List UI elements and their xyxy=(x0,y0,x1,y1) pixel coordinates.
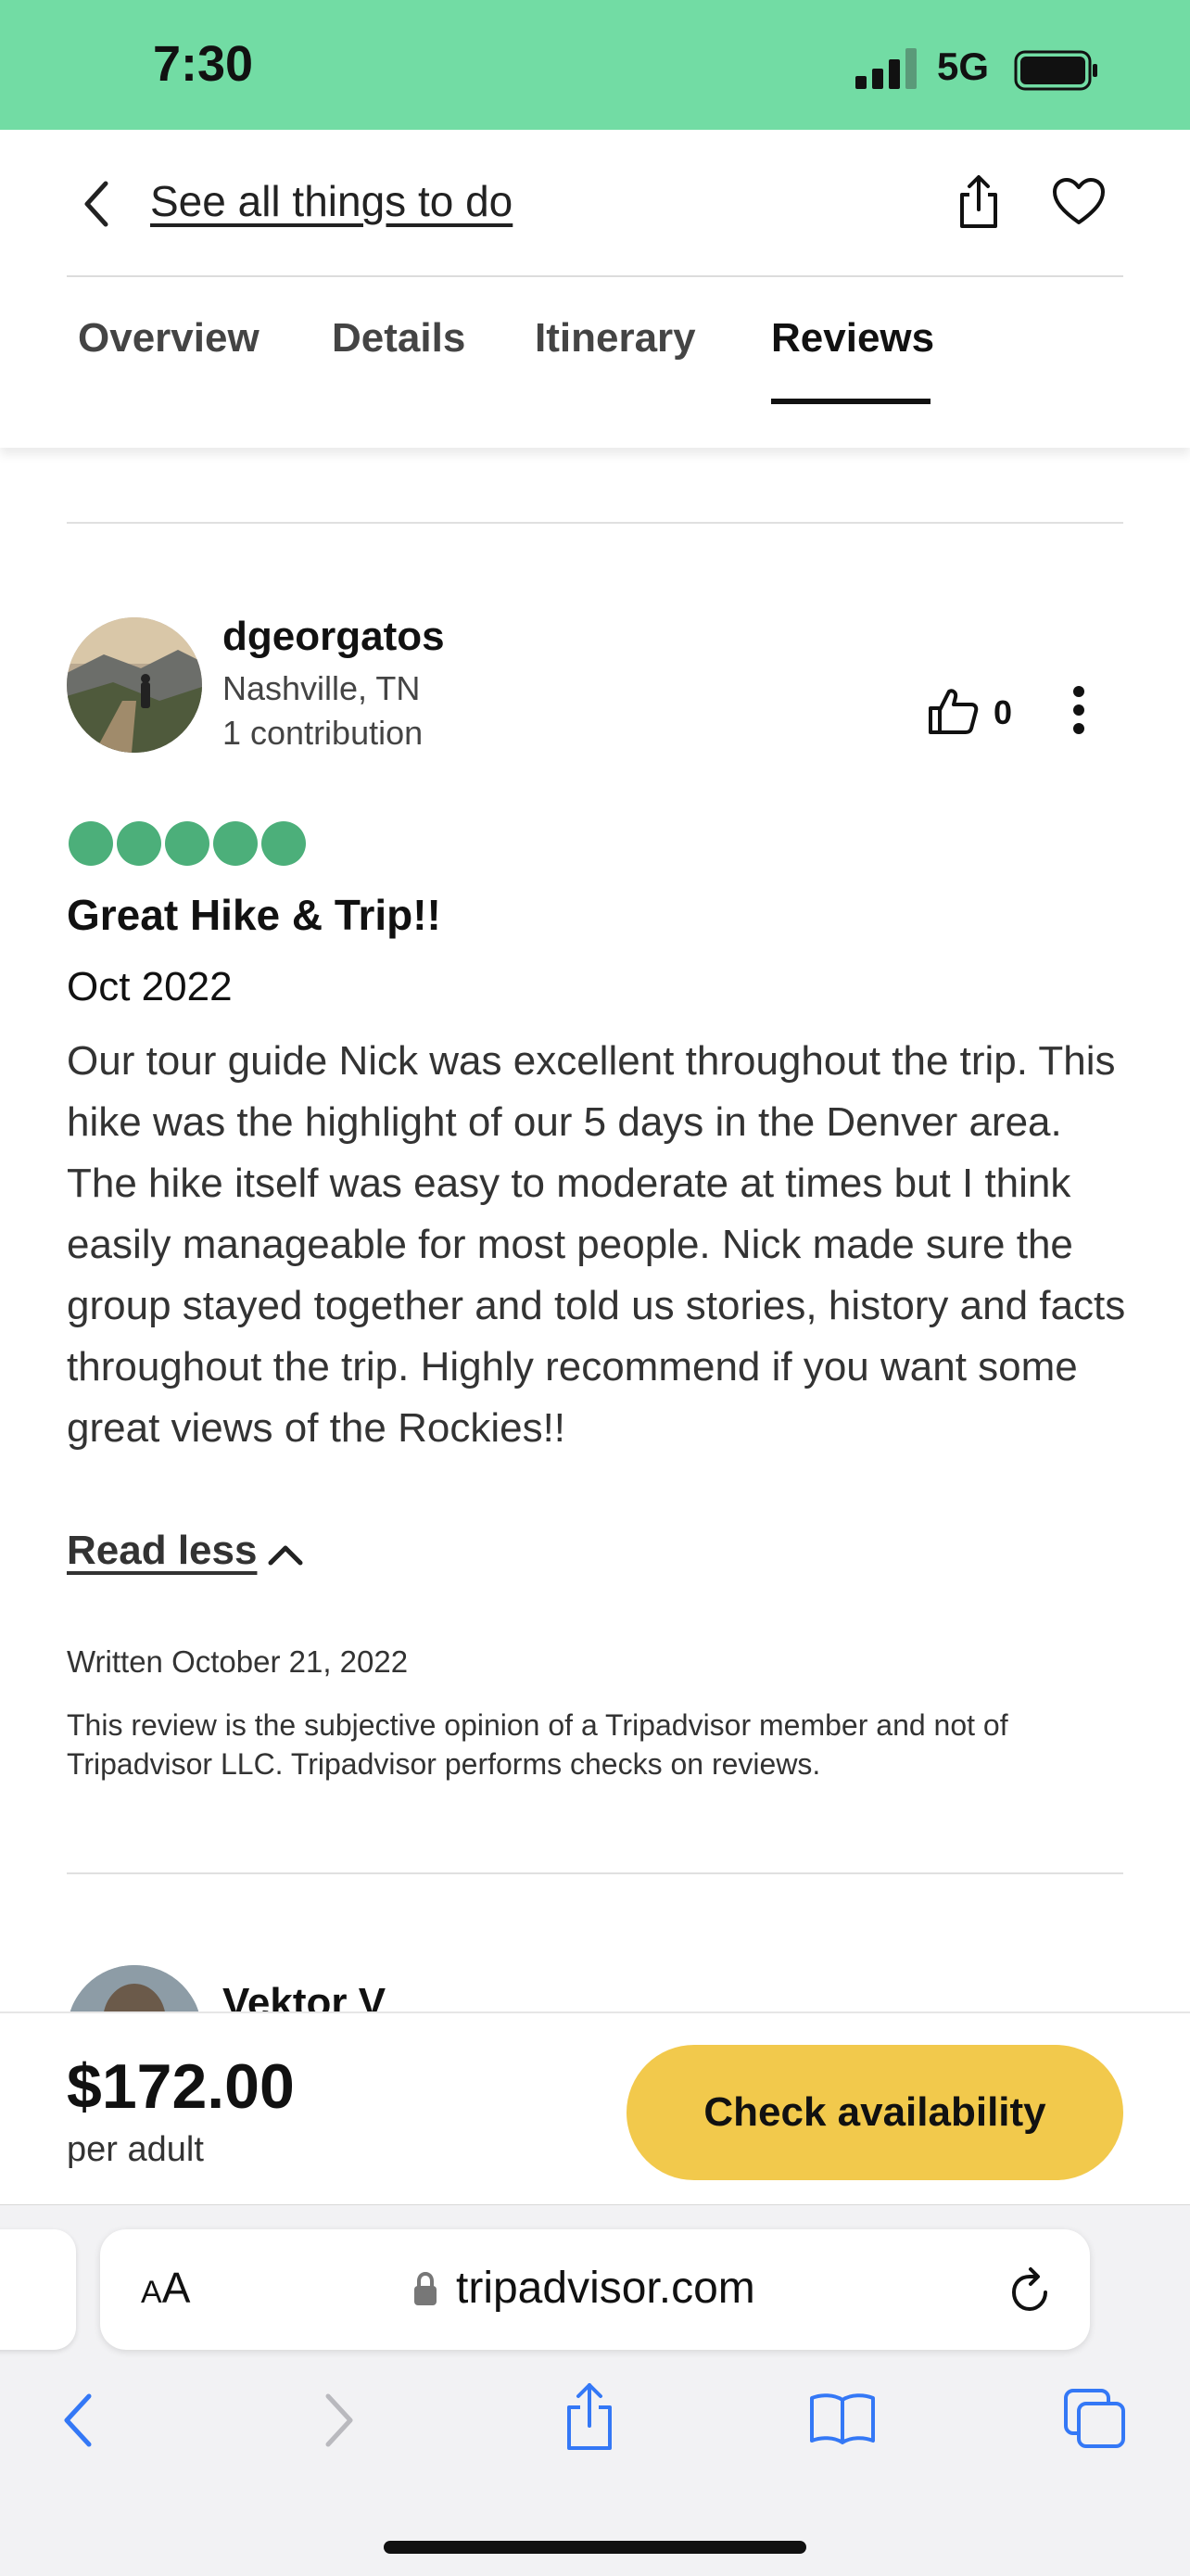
browser-share-icon[interactable] xyxy=(562,2381,617,2452)
heart-icon[interactable] xyxy=(1051,176,1107,228)
lock-icon xyxy=(414,2271,437,2305)
rating-bubble xyxy=(117,821,161,866)
browser-toolbar: AA tripadvisor.com xyxy=(0,2204,1190,2576)
battery-icon xyxy=(1014,50,1097,91)
tab-overview[interactable]: Overview xyxy=(78,315,260,412)
reviewer-contributions: 1 contribution xyxy=(222,714,424,752)
review-date: Oct 2022 xyxy=(67,964,233,1009)
helpful-count: 0 xyxy=(994,693,1013,731)
read-less-link[interactable]: Read less xyxy=(67,1528,257,1574)
tab-details[interactable]: Details xyxy=(332,315,465,412)
review-disclaimer: This review is the subjective opinion of… xyxy=(67,1708,1008,1781)
tab-bar: Overview Details Itinerary Reviews xyxy=(67,315,1123,417)
check-availability-button[interactable]: Check availability xyxy=(627,2045,1123,2180)
reviewer-name[interactable]: dgeorgatos xyxy=(222,614,445,660)
bookmarks-icon[interactable] xyxy=(808,2391,877,2444)
review-divider xyxy=(67,522,1123,524)
more-options-icon[interactable] xyxy=(1066,682,1092,738)
page-header: See all things to do Overview Details It… xyxy=(0,130,1190,448)
price: $172.00 xyxy=(67,2051,295,2122)
rating-bubble xyxy=(261,821,306,866)
tab-itinerary[interactable]: Itinerary xyxy=(535,315,696,412)
url-text[interactable]: tripadvisor.com xyxy=(456,2263,755,2314)
browser-back-icon[interactable] xyxy=(59,2391,96,2450)
home-indicator xyxy=(384,2541,806,2554)
reviewer-location: Nashville, TN xyxy=(222,669,421,707)
price-unit: per adult xyxy=(67,2130,204,2169)
chevron-up-icon[interactable] xyxy=(265,1541,306,1568)
booking-bar: $172.00 per adult Check availability xyxy=(0,2011,1190,2206)
tab-reviews[interactable]: Reviews xyxy=(771,315,934,412)
active-tab-indicator xyxy=(771,399,930,404)
avatar-photo xyxy=(67,617,202,753)
review-body: Our tour guide Nick was excellent throug… xyxy=(67,1038,1126,1451)
header-divider xyxy=(67,275,1123,277)
status-bar: 7:30 5G xyxy=(0,0,1190,130)
rating-bubble xyxy=(213,821,258,866)
browser-forward-icon[interactable] xyxy=(321,2391,358,2450)
review-title: Great Hike & Trip!! xyxy=(67,891,441,939)
network-type: 5G xyxy=(937,44,990,88)
see-all-things-link[interactable]: See all things to do xyxy=(150,176,513,226)
reader-options-button[interactable]: AA xyxy=(141,2263,190,2313)
previous-tab-card[interactable] xyxy=(0,2229,76,2350)
rating-bubble xyxy=(165,821,209,866)
written-date: Written October 21, 2022 xyxy=(67,1644,409,1679)
rating-bubble xyxy=(69,821,113,866)
status-time: 7:30 xyxy=(153,36,254,92)
address-bar[interactable]: AA tripadvisor.com xyxy=(100,2229,1090,2350)
tabs-overview-icon[interactable] xyxy=(1062,2387,1127,2450)
review-divider xyxy=(67,1872,1123,1874)
rating-bubbles xyxy=(67,821,317,869)
reviewer-avatar[interactable] xyxy=(67,617,202,753)
thumbs-up-icon[interactable] xyxy=(927,686,979,736)
cellular-signal-icon xyxy=(855,48,917,89)
share-icon[interactable] xyxy=(955,174,1003,230)
back-chevron-icon[interactable] xyxy=(78,176,115,232)
reload-icon[interactable] xyxy=(1006,2265,1055,2315)
